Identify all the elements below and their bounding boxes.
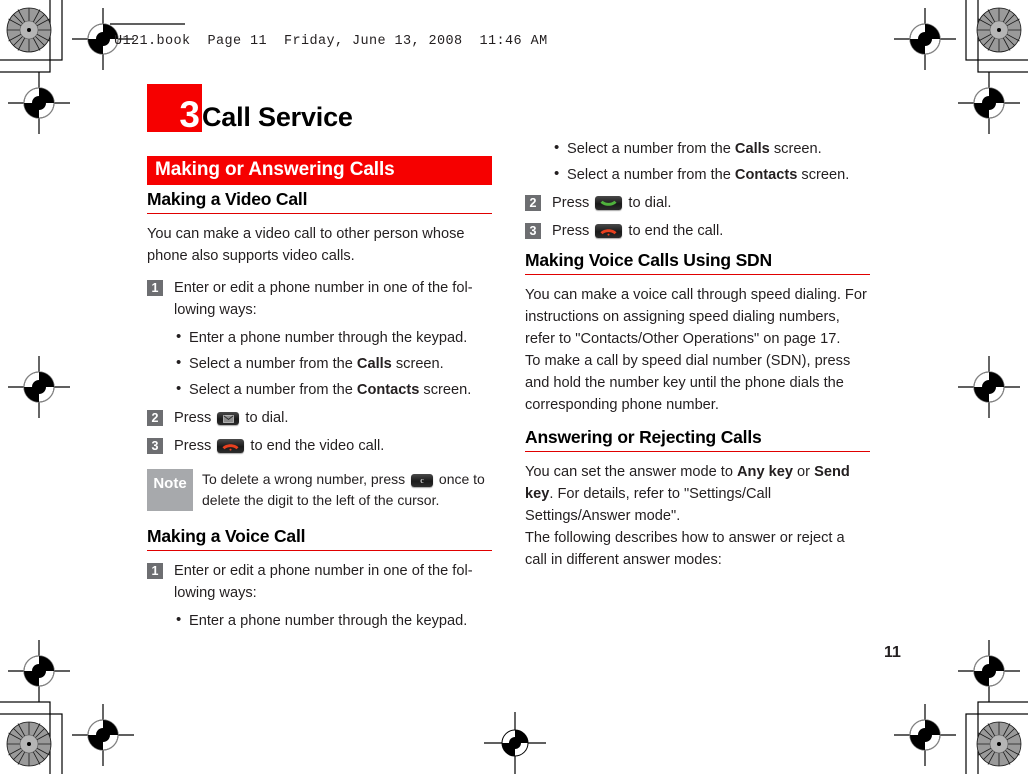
step-text-post: to dial. <box>241 410 289 426</box>
crosshair-left-upper <box>8 72 70 134</box>
bullet-text: Enter a phone number through the keypad. <box>189 330 468 346</box>
dial-key-icon <box>595 196 623 210</box>
clear-key-icon: c <box>411 474 434 487</box>
step-number: 3 <box>525 223 541 239</box>
registration-mark-bottom-right <box>965 701 1028 774</box>
list-item: Enter a phone number through the keypad. <box>174 609 492 632</box>
page-number: 11 <box>884 644 901 661</box>
bullet-text-post: screen. <box>769 141 822 157</box>
crosshair-left-lower <box>8 640 70 702</box>
right-column: Select a number from the Calls screen. S… <box>525 137 870 581</box>
heading-making-voice-calls-using-sdn: Making Voice Calls Using SDN <box>525 250 772 270</box>
heading-making-a-video-call: Making a Video Call <box>147 189 308 209</box>
bullet-text-post: screen. <box>419 382 472 398</box>
end-call-key-icon <box>217 439 245 453</box>
step-text-pre: Press <box>552 195 594 211</box>
answering-paragraph-2: The following describes how to answer or… <box>525 530 845 568</box>
file-header-text: U121.book Page 11 Friday, June 13, 2008 … <box>114 34 548 49</box>
chapter-title: Call Service <box>202 102 353 132</box>
note-body-text: To delete a wrong number, press c once t… <box>193 469 492 511</box>
para-text-pre: You can set the answer mode to <box>525 464 738 480</box>
continued-bullet-list: Select a number from the Calls screen. S… <box>552 137 870 186</box>
bullet-text: Select a number from the <box>189 356 357 372</box>
bullet-text: Select a number from the <box>567 167 735 183</box>
list-item: Select a number from the Contacts screen… <box>552 163 870 186</box>
step-text: Enter or edit a phone number in one of t… <box>174 280 473 318</box>
heading-rule <box>147 550 492 551</box>
crosshair-mid-right <box>958 356 1020 418</box>
step-number: 3 <box>147 438 163 454</box>
note-tag-label: Note <box>147 469 193 511</box>
voice-call-bullet-list: Enter a phone number through the keypad. <box>174 609 492 632</box>
crosshair-bottom-left <box>72 704 134 766</box>
bullet-text: Enter a phone number through the keypad. <box>189 613 468 629</box>
list-item: Select a number from the Calls screen. <box>552 137 870 160</box>
step-item: 1 Enter or edit a phone number in one of… <box>147 277 492 321</box>
chapter-number-box: 3 <box>147 84 202 135</box>
heading-answering-or-rejecting-calls: Answering or Rejecting Calls <box>525 427 762 447</box>
end-call-key-icon <box>595 224 623 238</box>
heading-rule <box>147 213 492 214</box>
registration-mark-bottom-left <box>0 701 63 774</box>
bold-term-any-key: Any key <box>737 464 793 480</box>
list-item: Enter a phone number through the keypad. <box>174 326 492 349</box>
crosshair-right-lower <box>958 640 1020 702</box>
step-number: 1 <box>147 280 163 296</box>
bullet-text-post: screen. <box>797 167 850 183</box>
crosshair-top-right <box>894 8 956 70</box>
list-item: Select a number from the Contacts screen… <box>174 378 492 401</box>
crosshair-mid-left <box>8 356 70 418</box>
note-box: Note To delete a wrong number, press c o… <box>147 469 492 511</box>
step-text: Press to dial. <box>174 407 492 429</box>
sdn-paragraph-1: You can make a voice call through speed … <box>525 287 867 347</box>
para-text-post: . For details, refer to "Settings/Call S… <box>525 486 772 524</box>
bullet-text-post: screen. <box>391 356 444 372</box>
step-item: 2 Press to dial. <box>147 407 492 429</box>
heading-rule <box>525 451 870 452</box>
video-call-intro: You can make a video call to other perso… <box>147 226 465 264</box>
step-item: 3 Press to end the call. <box>525 220 870 242</box>
bullet-bold-term: Calls <box>356 356 392 372</box>
step-number: 2 <box>525 195 541 211</box>
video-call-key-icon <box>217 412 240 425</box>
step-item: 2 Press to dial. <box>525 192 870 214</box>
bullet-bold-term: Contacts <box>734 167 798 183</box>
step-item: 1 Enter or edit a phone number in one of… <box>147 560 492 604</box>
bullet-bold-term: Calls <box>734 141 770 157</box>
step-text-pre: Press <box>174 438 216 454</box>
step-text: Enter or edit a phone number in one of t… <box>174 563 473 601</box>
crosshair-bottom-center <box>484 712 546 774</box>
step-text-post: to dial. <box>624 195 672 211</box>
step-text: Press to end the video call. <box>174 435 492 457</box>
registration-mark-top-left <box>0 0 63 73</box>
registration-mark-top-right <box>965 0 1028 73</box>
video-call-bullet-list: Enter a phone number through the keypad.… <box>174 326 492 401</box>
step-number: 1 <box>147 563 163 579</box>
step-item: 3 Press to end the video call. <box>147 435 492 457</box>
section-banner-making-or-answering-calls: Making or Answering Calls <box>147 156 492 185</box>
heading-rule <box>525 274 870 275</box>
sdn-paragraph-2: To make a call by speed dial number (SDN… <box>525 353 851 413</box>
para-text-mid: or <box>793 464 815 480</box>
answering-paragraph-1: You can set the answer mode to Any key o… <box>525 461 870 527</box>
left-column: Making or Answering Calls Making a Video… <box>147 156 492 638</box>
heading-making-a-voice-call: Making a Voice Call <box>147 526 306 546</box>
note-text-pre: To delete a wrong number, press <box>202 471 410 487</box>
list-item: Select a number from the Calls screen. <box>174 352 492 375</box>
step-text-post: to end the video call. <box>246 438 385 454</box>
bullet-text: Select a number from the <box>567 141 735 157</box>
bullet-bold-term: Contacts <box>356 382 420 398</box>
chapter-heading: 3 Call Service <box>147 84 353 135</box>
crosshair-bottom-right <box>894 704 956 766</box>
trim-line-top <box>110 23 185 25</box>
step-text-pre: Press <box>552 223 594 239</box>
crosshair-right-upper <box>958 72 1020 134</box>
step-text: Press to end the call. <box>552 220 870 242</box>
chapter-number: 3 <box>179 93 200 135</box>
step-text: Press to dial. <box>552 192 870 214</box>
bullet-text: Select a number from the <box>189 382 357 398</box>
step-text-pre: Press <box>174 410 216 426</box>
step-number: 2 <box>147 410 163 426</box>
step-text-post: to end the call. <box>624 223 724 239</box>
